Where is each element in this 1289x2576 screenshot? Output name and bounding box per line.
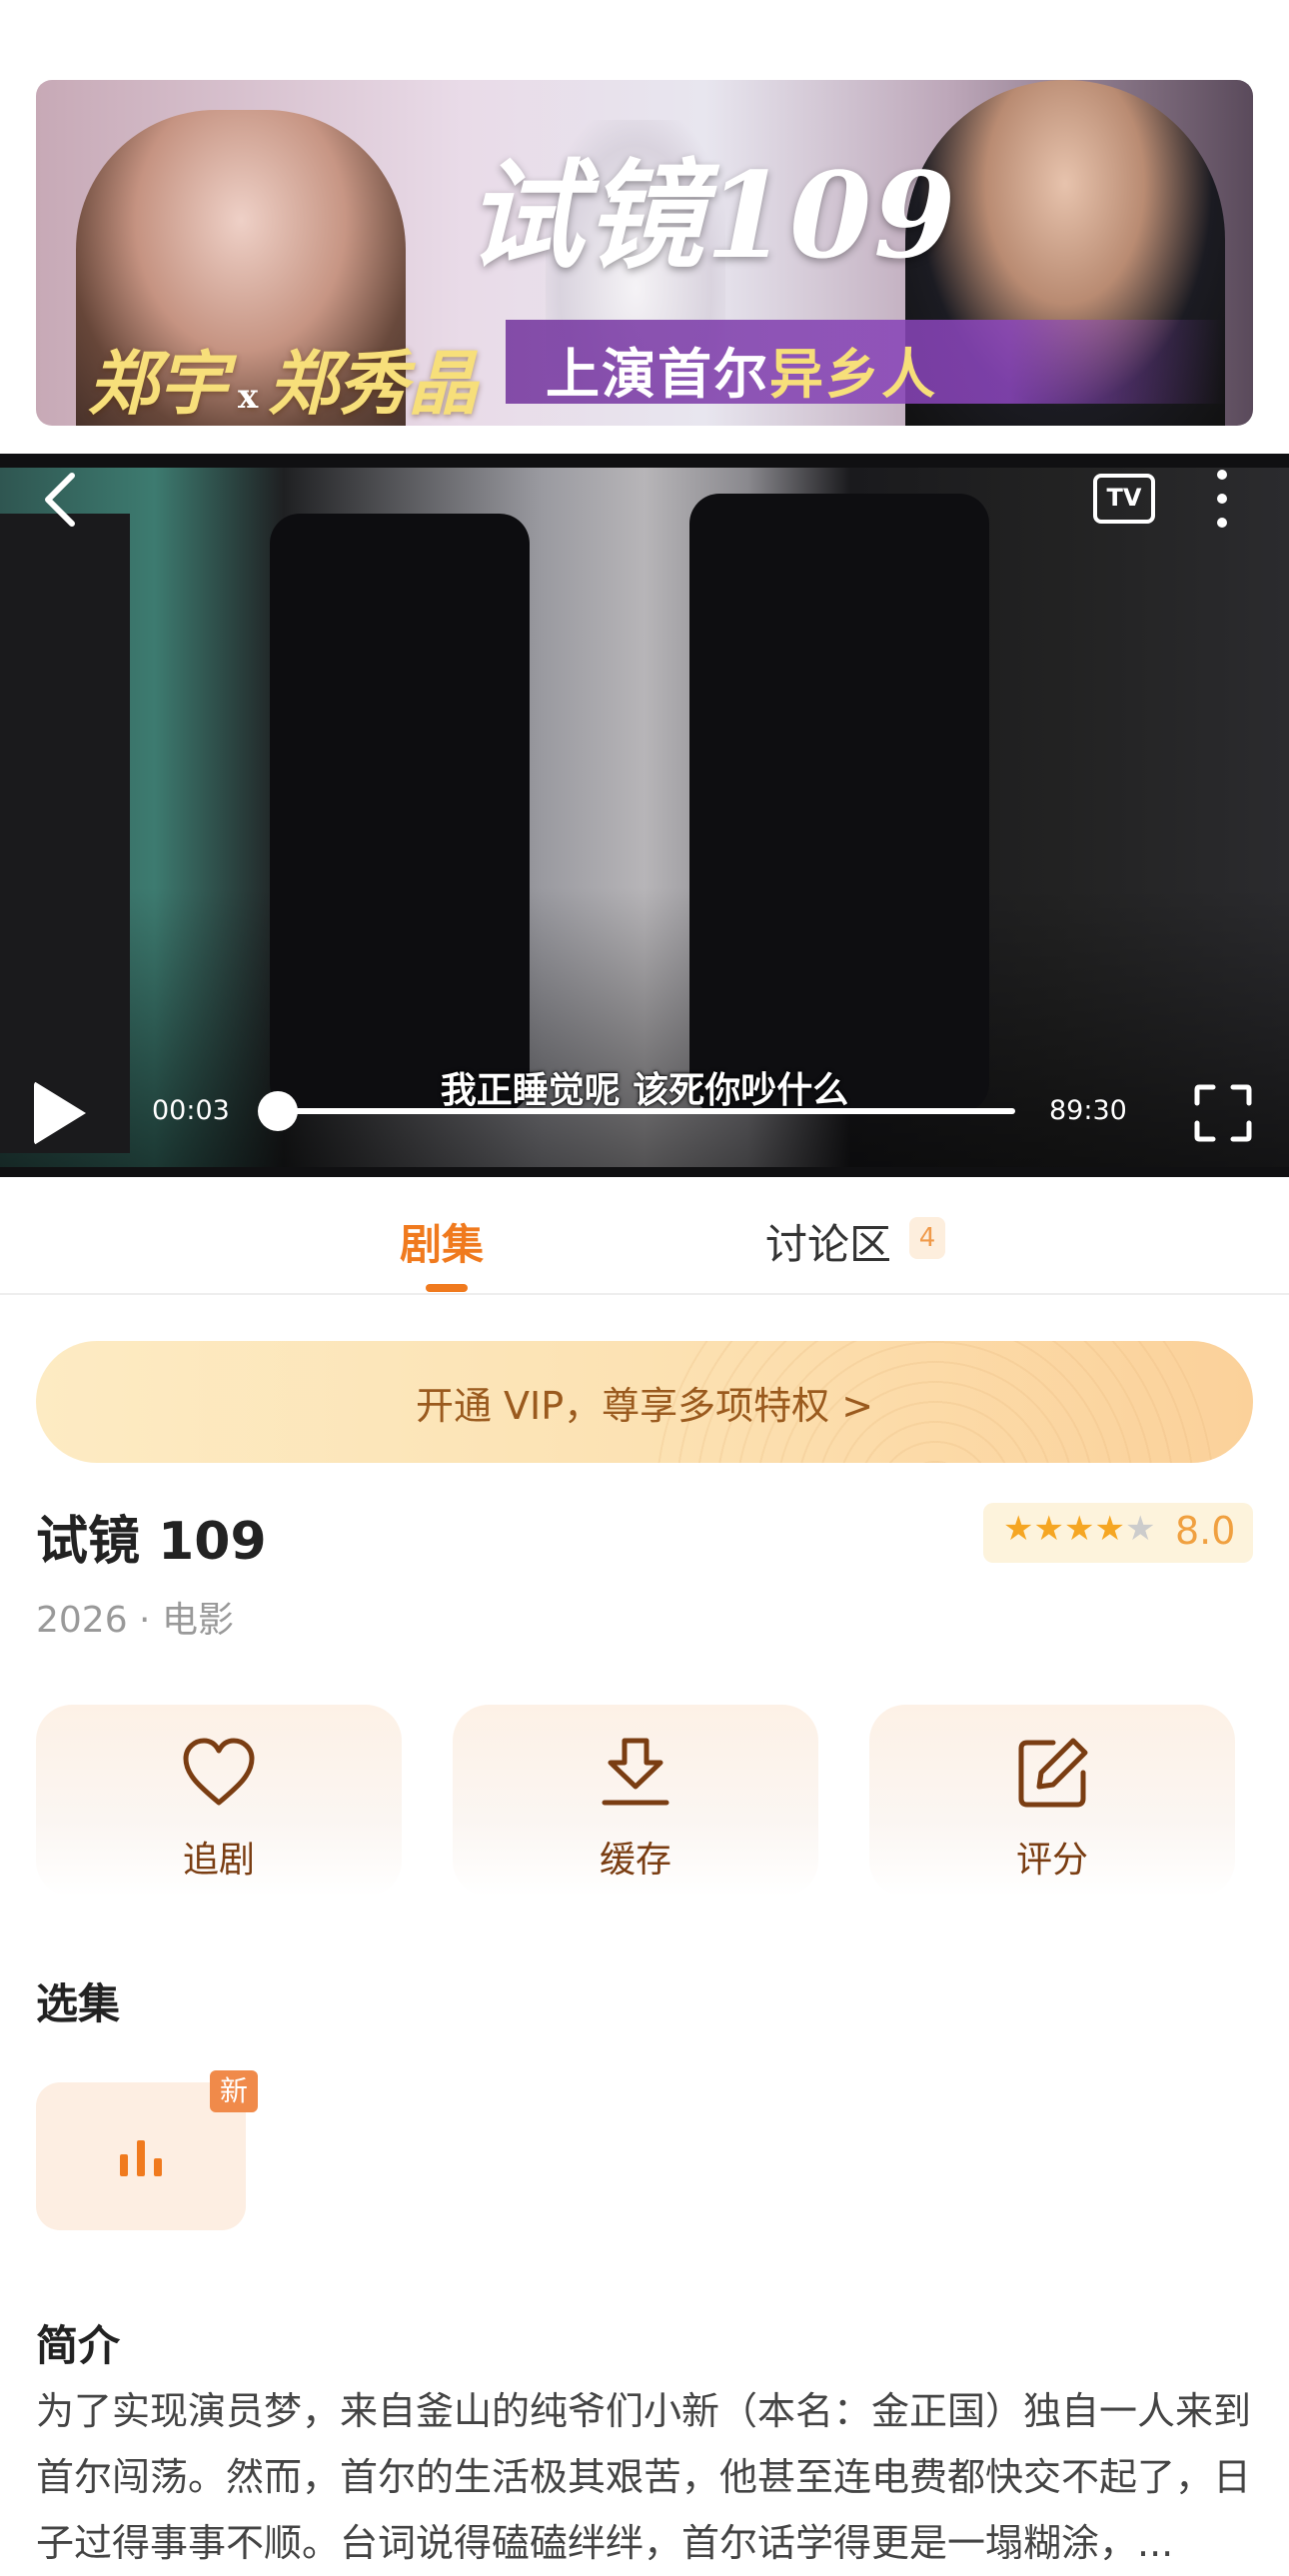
tv-cast-icon[interactable]: TV [1093, 474, 1155, 524]
intro-title: 简介 [36, 2321, 121, 2370]
vip-banner-text: 开通 VIP，尊享多项特权 > [415, 1384, 874, 1428]
duration: 89:30 [1049, 1095, 1127, 1126]
video-figure-right [689, 494, 989, 1113]
star-icon: ★ [1003, 1509, 1034, 1549]
rating-score: 8.0 [1175, 1509, 1236, 1553]
banner-tagline: 上演首尔异乡人 [546, 330, 937, 409]
tab-discussion[interactable]: 讨论区 [765, 1211, 891, 1272]
banner-actor2: 郑秀晶 [268, 342, 479, 425]
movie-meta: 2026 · 电影 [36, 1600, 234, 1641]
banner-tag-highlight: 异乡人 [769, 343, 937, 406]
star-icon: ★ [1094, 1509, 1125, 1549]
follow-label: 追剧 [182, 1840, 255, 1881]
promo-banner[interactable]: 试镜109 郑宇 x 郑秀晶 上演首尔异乡人 [36, 80, 1253, 426]
back-arrow-icon[interactable] [40, 470, 84, 530]
more-options-icon[interactable] [1217, 470, 1229, 530]
intro-text: 为了实现演员梦，来自釜山的纯爷们小新（本名：金正国）独自一人来到首尔闯荡。然而，… [36, 2389, 1252, 2565]
tab-active-indicator [426, 1284, 468, 1292]
movie-title: 试镜 109 [36, 1512, 267, 1572]
fullscreen-icon[interactable] [1193, 1083, 1253, 1143]
video-figure-center [270, 514, 530, 1113]
star-icon: ★ [1033, 1509, 1064, 1549]
banner-actor1: 郑宇 [88, 342, 228, 425]
star-icon: ★ [1063, 1509, 1095, 1549]
progress-bar[interactable] [276, 1108, 1015, 1114]
heart-icon [183, 1738, 255, 1806]
banner-tag-prefix: 上演首尔 [546, 343, 769, 406]
banner-x: x [238, 377, 259, 417]
download-label: 缓存 [599, 1840, 671, 1881]
video-figure-left [0, 514, 130, 1153]
tabs-divider [0, 1293, 1289, 1295]
play-icon[interactable] [34, 1081, 86, 1145]
rating-stars: ★★★★★ [1003, 1509, 1155, 1549]
discussion-count-badge: 4 [909, 1217, 945, 1259]
tab-episodes[interactable]: 剧集 [400, 1211, 484, 1272]
progress-thumb[interactable] [258, 1091, 298, 1131]
download-icon [602, 1738, 669, 1806]
new-badge: 新 [210, 2070, 258, 2112]
playing-bars-icon [120, 2140, 162, 2176]
current-time: 00:03 [152, 1095, 230, 1126]
rate-label: 评分 [1015, 1840, 1088, 1881]
banner-title: 试镜109 [466, 146, 958, 285]
edit-icon [1018, 1738, 1088, 1808]
star-empty-icon: ★ [1124, 1509, 1156, 1549]
episodes-title: 选集 [36, 1979, 121, 2028]
banner-actors: 郑宇 x 郑秀晶 [88, 328, 478, 426]
